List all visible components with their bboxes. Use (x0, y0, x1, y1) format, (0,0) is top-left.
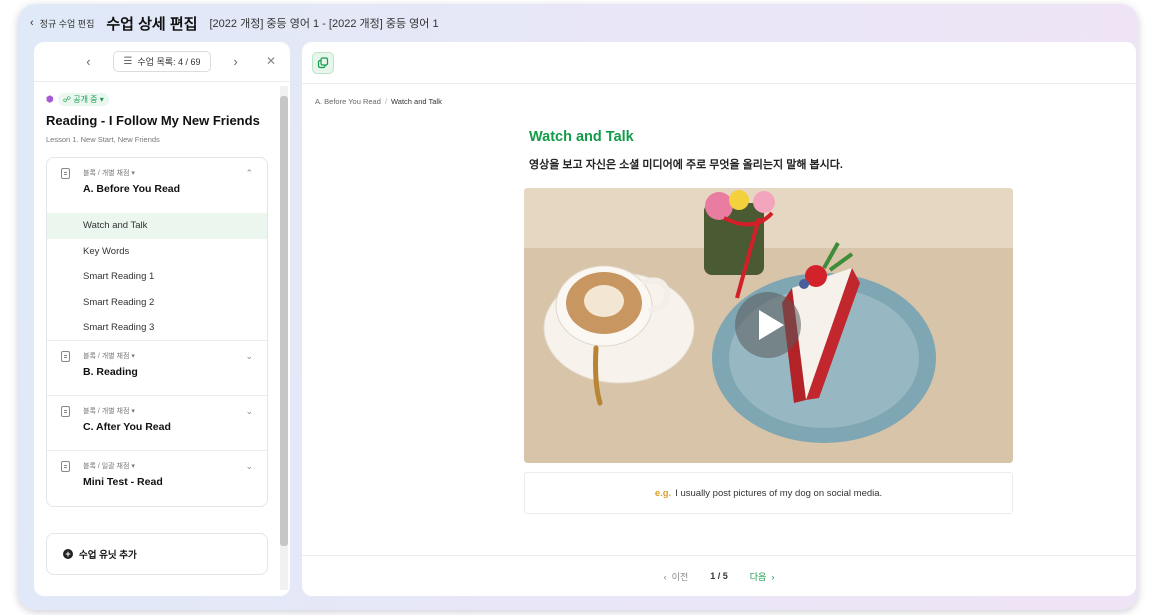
unit-item[interactable]: Smart Reading 2 (47, 290, 267, 316)
pager: ‹ 이전 1 / 5 다음 › (302, 555, 1136, 596)
block-meta[interactable]: 블록 / 개별 채점 ▾ (83, 168, 257, 178)
next-lesson-chevron-icon[interactable]: › (225, 54, 247, 69)
status-row: ⬢ ☍ 공개 중 ▾ (46, 93, 109, 106)
block-meta[interactable]: 블록 / 일괄 채점 ▾ (83, 461, 257, 471)
unit-item[interactable]: Smart Reading 1 (47, 264, 267, 290)
lesson-sidebar: ‹ ☰ 수업 목록: 4 / 69 › ✕ ⬢ ☍ 공개 중 ▾ Reading… (34, 42, 290, 596)
breadcrumb-current: Watch and Talk (390, 97, 442, 106)
close-icon[interactable]: ✕ (266, 54, 276, 68)
copy-icon (317, 57, 329, 69)
content-panel: A. Before You Read / Watch and Talk Watch … (302, 42, 1136, 596)
video-thumbnail (524, 188, 1013, 463)
unit-item[interactable]: Smart Reading 3 (47, 315, 267, 341)
block-title: C. After You Read (83, 420, 171, 433)
unit-item[interactable]: Watch and Talk (47, 213, 267, 239)
back-link[interactable]: 정규 수업 편집 (40, 17, 95, 30)
sidebar-scroll-area: ⬢ ☍ 공개 중 ▾ Reading - I Follow My New Fri… (34, 83, 278, 596)
chevron-down-icon[interactable]: ⌄ (245, 461, 253, 472)
block-list: 블록 / 개별 채점 ▾ A. Before You Read ⌃ Watch … (46, 157, 268, 507)
block-title: Mini Test - Read (83, 475, 163, 488)
block-item[interactable]: 블록 / 개별 채점 ▾ A. Before You Read ⌃ (47, 158, 267, 213)
block-item[interactable]: 블록 / 일괄 채점 ▾ Mini Test - Read ⌄ (47, 451, 267, 506)
scrollbar-thumb[interactable] (280, 96, 288, 546)
chevron-down-icon[interactable]: ⌄ (245, 351, 253, 362)
block-item[interactable]: 블록 / 개별 채점 ▾ C. After You Read ⌄ (47, 396, 267, 451)
unit-item[interactable]: Key Words (47, 239, 267, 265)
video-player[interactable] (524, 188, 1013, 463)
page-title: 수업 상세 편집 (106, 15, 198, 33)
lesson-title: Reading - I Follow My New Friends (46, 113, 260, 128)
prev-lesson-chevron-icon[interactable]: ‹ (77, 54, 99, 69)
content-instruction: 영상을 보고 자신은 소셜 미디어에 주로 무엇을 올리는지 말해 봅시다. (529, 159, 843, 171)
content-toolbar (302, 42, 1136, 84)
plus-circle-icon: + (63, 549, 73, 559)
cube-icon: ⬢ (46, 94, 54, 104)
block-meta[interactable]: 블록 / 개별 채점 ▾ (83, 406, 257, 416)
top-bar: ‹ 정규 수업 편집 수업 상세 편집 [2022 개정] 중등 영어 1 - … (30, 13, 439, 33)
document-icon (61, 460, 70, 472)
chevron-up-icon[interactable]: ⌃ (245, 168, 253, 179)
breadcrumb: A. Before You Read / Watch and Talk (315, 97, 442, 106)
back-chevron-icon[interactable]: ‹ (30, 17, 34, 29)
block-title: B. Reading (83, 365, 138, 378)
example-sentence: e.g. I usually post pictures of my dog o… (524, 472, 1013, 514)
block-item[interactable]: 블록 / 개별 채점 ▾ B. Reading ⌄ (47, 341, 267, 396)
breadcrumb-parent[interactable]: A. Before You Read (315, 97, 381, 106)
copy-button[interactable] (312, 52, 334, 74)
document-icon (61, 405, 70, 417)
sidebar-scrollbar[interactable] (280, 86, 288, 590)
block-title: A. Before You Read (83, 183, 181, 195)
status-badge[interactable]: ☍ 공개 중 ▾ (57, 93, 109, 106)
add-unit-button[interactable]: + 수업 유닛 추가 (46, 533, 268, 575)
lesson-subtitle: Lesson 1. New Start, New Friends (46, 135, 160, 144)
lesson-navigator: ‹ ☰ 수업 목록: 4 / 69 › ✕ (34, 42, 290, 82)
status-label: 공개 중 (73, 95, 98, 104)
next-page-button[interactable]: 다음 › (750, 570, 775, 583)
prev-page-button[interactable]: ‹ 이전 (664, 570, 689, 583)
document-icon (61, 168, 70, 179)
block-meta[interactable]: 블록 / 개별 채점 ▾ (83, 351, 257, 361)
lesson-list-label: 수업 목록: 4 / 69 (137, 57, 201, 67)
lock-open-icon: ☍ (62, 95, 71, 104)
add-unit-label: 수업 유닛 추가 (79, 550, 137, 561)
document-icon (61, 350, 70, 362)
page-indicator: 1 / 5 (710, 571, 728, 581)
content-title: Watch and Talk (529, 129, 634, 145)
example-text: I usually post pictures of my dog on soc… (675, 487, 883, 499)
example-prefix: e.g. (654, 487, 672, 499)
chevron-down-icon[interactable]: ⌄ (245, 406, 253, 417)
lesson-list-button[interactable]: ☰ 수업 목록: 4 / 69 (113, 51, 211, 72)
list-icon: ☰ (123, 56, 133, 67)
course-title: [2022 개정] 중등 영어 1 - [2022 개정] 중등 영어 1 (209, 18, 439, 30)
